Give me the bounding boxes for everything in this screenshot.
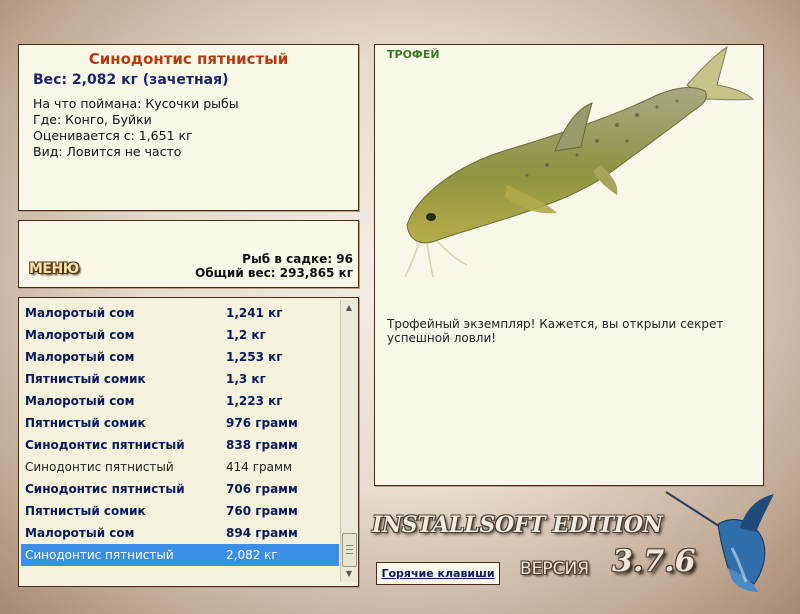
- catch-list-item[interactable]: Пятнистый сомик 760 грамм: [21, 500, 339, 522]
- catch-fish-name: Синодонтис пятнистый: [25, 460, 174, 474]
- scroll-down-arrow-icon[interactable]: ▼: [341, 566, 357, 582]
- catch-fish-weight: 414 грамм: [226, 460, 293, 474]
- catch-fish-weight: 1,3 кг: [226, 372, 266, 386]
- trophy-panel: ТРОФЕЙ Трофейный экземпляр! Кажется, вы …: [374, 44, 764, 486]
- catch-fish-weight: 838 грамм: [226, 438, 298, 452]
- marlin-logo-icon: [665, 491, 774, 592]
- keepnet-status-panel: МЕНЮ Рыб в садке: 96 Общий вес: 293,865 …: [18, 220, 359, 288]
- location-info: Где: Конго, Буйки: [33, 112, 152, 127]
- menu-button[interactable]: МЕНЮ: [29, 261, 79, 277]
- catch-list-item[interactable]: Пятнистый сомик 1,3 кг: [21, 368, 339, 390]
- fish-count: Рыб в садке: 96: [242, 252, 353, 266]
- catch-list-item[interactable]: Пятнистый сомик 976 грамм: [21, 412, 339, 434]
- catch-fish-name: Малоротый сом: [25, 394, 135, 408]
- catch-fish-name: Пятнистый сомик: [25, 372, 146, 386]
- catch-fish-name: Малоротый сом: [25, 526, 135, 540]
- version-label: ВЕРСИЯ: [520, 559, 590, 579]
- catch-info-panel: Синодонтис пятнистый Вес: 2,082 кг (заче…: [18, 44, 359, 211]
- catch-fish-name: Пятнистый сомик: [25, 416, 146, 430]
- rarity-info: Вид: Ловится не часто: [33, 144, 182, 159]
- catfish-image: [404, 45, 755, 278]
- catch-fish-name: Малоротый сом: [25, 328, 135, 342]
- total-weight: Общий вес: 293,865 кг: [195, 266, 353, 280]
- catch-fish-weight: 1,253 кг: [226, 350, 283, 364]
- catch-list-item[interactable]: Малоротый сом 894 грамм: [21, 522, 339, 544]
- catch-fish-name: Малоротый сом: [25, 350, 135, 364]
- catch-list-item[interactable]: Синодонтис пятнистый 838 грамм: [21, 434, 339, 456]
- catch-list[interactable]: Малоротый сом 1,241 кг Малоротый сом 1,2 кг…: [18, 297, 359, 587]
- catch-fish-weight: 760 грамм: [226, 504, 298, 518]
- catch-list-item[interactable]: Синодонтис пятнистый 706 грамм: [21, 478, 339, 500]
- bait-info: На что поймана: Кусочки рыбы: [33, 96, 239, 111]
- scroll-thumb[interactable]: [342, 533, 357, 567]
- catch-fish-weight: 706 грамм: [226, 482, 298, 496]
- trophy-message: Трофейный экземпляр! Кажется, вы открыли…: [387, 317, 724, 345]
- catch-list-item[interactable]: Малоротый сом 1,253 кг: [21, 346, 339, 368]
- catch-fish-name: Пятнистый сомик: [25, 504, 146, 518]
- catch-fish-name: Синодонтис пятнистый: [25, 548, 174, 562]
- catch-fish-weight: 1,2 кг: [226, 328, 266, 342]
- catch-fish-weight: 976 грамм: [226, 416, 298, 430]
- min-weight-info: Оценивается с: 1,651 кг: [33, 128, 193, 143]
- catch-list-item[interactable]: Малоротый сом 1,241 кг: [21, 302, 339, 324]
- catch-fish-name: Синодонтис пятнистый: [25, 438, 185, 452]
- fish-name: Синодонтис пятнистый: [88, 50, 289, 68]
- catch-list-item[interactable]: Синодонтис пятнистый 2,082 кг: [21, 544, 339, 566]
- list-scrollbar[interactable]: ▲ ▼: [340, 300, 357, 582]
- catch-list-item[interactable]: Малоротый сом 1,2 кг: [21, 324, 339, 346]
- fish-weight: Вес: 2,082 кг (зачетная): [33, 72, 229, 88]
- catch-fish-name: Синодонтис пятнистый: [25, 482, 185, 496]
- catch-list-item[interactable]: Малоротый сом 1,223 кг: [21, 390, 339, 412]
- catch-list-item[interactable]: Синодонтис пятнистый 414 грамм: [21, 456, 339, 478]
- catch-fish-weight: 2,082 кг: [226, 548, 278, 562]
- scroll-up-arrow-icon[interactable]: ▲: [341, 300, 357, 316]
- catch-fish-weight: 894 грамм: [226, 526, 298, 540]
- trophy-label: ТРОФЕЙ: [387, 48, 440, 61]
- brand-logo-text: INSTALLSOFT EDITION: [372, 512, 663, 538]
- catch-fish-weight: 1,241 кг: [226, 306, 283, 320]
- catch-fish-name: Малоротый сом: [25, 306, 135, 320]
- catch-fish-weight: 1,223 кг: [226, 394, 283, 408]
- hotkeys-button[interactable]: Горячие клавиши: [376, 562, 500, 585]
